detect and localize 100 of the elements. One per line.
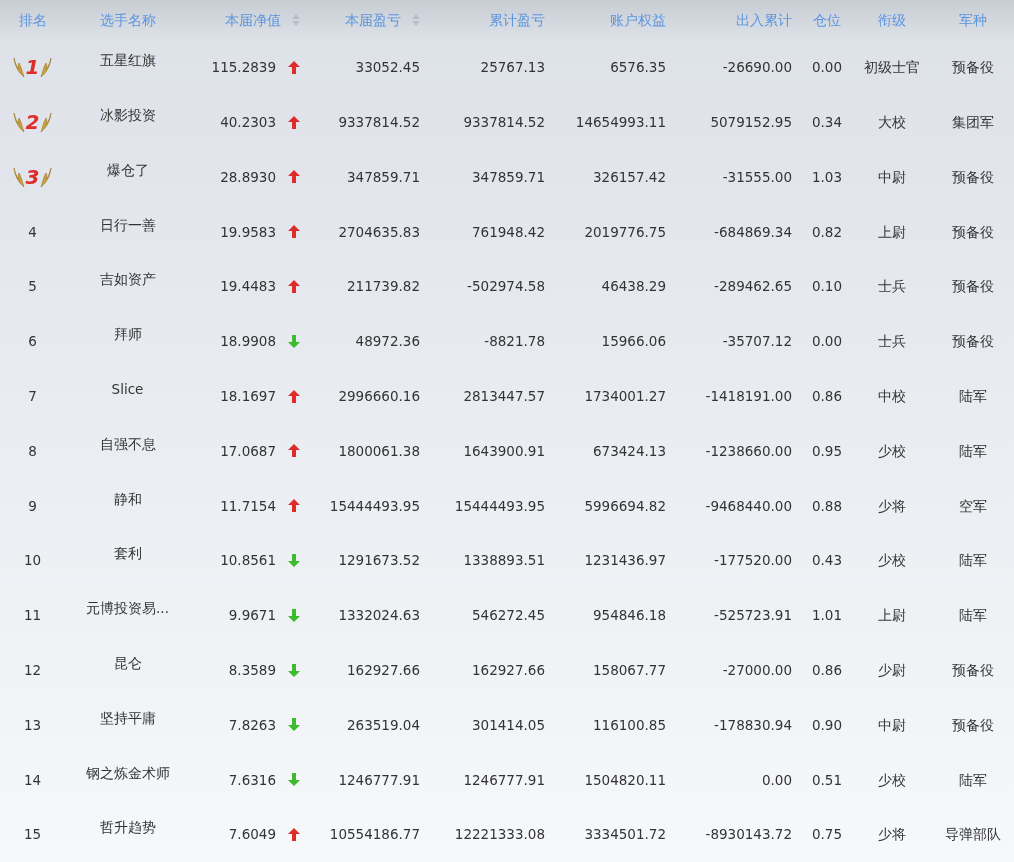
- branch-cell-text: 预备役: [952, 167, 994, 187]
- wing-icon: [40, 166, 53, 188]
- branch-cell-text: 预备役: [952, 277, 994, 297]
- grade-cell-text: 士兵: [878, 277, 906, 297]
- player-name[interactable]: 冰影投资: [99, 105, 156, 126]
- branch-cell-text: 导弹部队: [945, 825, 1001, 845]
- sort-icon[interactable]: [292, 14, 300, 26]
- position-cell-text: 0.34: [811, 113, 843, 133]
- position-cell-text: 0.00: [811, 332, 843, 352]
- rank-medal: 3: [12, 162, 53, 192]
- position-cell-text: 0.00: [811, 58, 843, 78]
- flow-cell-text: -178830.94: [714, 715, 792, 735]
- total-profit-cell-text: 25767.13: [480, 58, 545, 78]
- total-profit-cell-text: -8821.78: [484, 332, 545, 352]
- player-name[interactable]: 五星红旗: [99, 50, 156, 71]
- column-header: 军种: [959, 10, 987, 30]
- flow-cell-text: -1238660.00: [705, 441, 792, 461]
- flow-cell-text: -1418191.00: [705, 387, 792, 407]
- total-profit-cell-text: -502974.58: [467, 277, 545, 297]
- branch-cell-text: 陆军: [959, 606, 987, 626]
- equity-cell-text: 1734001.27: [584, 387, 666, 407]
- position-cell-text: 0.10: [811, 277, 843, 297]
- net-value-cell-text: 19.9583: [220, 222, 276, 242]
- profit-cell-text: 15444493.95: [329, 496, 420, 516]
- flow-cell-text: 5079152.95: [710, 113, 792, 133]
- player-name[interactable]: 哲升趋势: [99, 817, 156, 838]
- net-value-cell-text: 9.9671: [228, 606, 276, 626]
- rank-cell-text: 4: [28, 222, 37, 242]
- rank-cell-text: 9: [28, 496, 37, 516]
- wing-icon: [12, 111, 25, 134]
- net-value-cell-text: 40.2303: [220, 113, 276, 133]
- grade-cell-text: 少将: [878, 496, 906, 516]
- position-cell-text: 0.95: [811, 441, 843, 461]
- grade-cell-text: 少尉: [878, 661, 906, 681]
- equity-cell-text: 5996694.82: [584, 496, 666, 516]
- net-value-cell-text: 7.6316: [228, 770, 276, 790]
- player-name[interactable]: 坚持平庸: [99, 707, 156, 729]
- branch-cell-text: 陆军: [959, 441, 987, 461]
- column-header: 衔级: [878, 10, 906, 30]
- profit-cell-text: 2996660.16: [338, 387, 420, 407]
- player-name[interactable]: 爆仓了: [106, 159, 149, 181]
- wing-icon: [12, 56, 25, 79]
- player-name[interactable]: 自强不息: [99, 433, 156, 455]
- position-cell-text: 0.86: [811, 387, 843, 407]
- profit-cell-text: 48972.36: [355, 332, 420, 352]
- player-name[interactable]: 吉如资产: [99, 269, 156, 290]
- total-profit-cell-text: 1338893.51: [463, 551, 545, 571]
- net-value-cell-text: 10.8561: [220, 551, 276, 571]
- equity-cell-text: 2019776.75: [584, 222, 666, 242]
- equity-cell-text: 14654993.11: [575, 113, 666, 133]
- player-name[interactable]: 日行一善: [99, 214, 156, 235]
- column-header: 账户权益: [610, 10, 666, 30]
- grade-cell-text: 少校: [878, 770, 906, 790]
- branch-cell-text: 预备役: [952, 715, 994, 735]
- rank-cell-text: 15: [23, 825, 42, 845]
- profit-cell-text: 263519.04: [347, 715, 420, 735]
- equity-cell-text: 954846.18: [593, 606, 666, 626]
- player-name[interactable]: 钢之炼金术师: [85, 762, 170, 783]
- position-cell-text: 1.01: [811, 606, 843, 626]
- player-name[interactable]: 昆仑: [113, 653, 142, 674]
- equity-cell-text: 673424.13: [593, 441, 666, 461]
- branch-cell-text: 陆军: [959, 551, 987, 571]
- position-cell-text: 0.88: [811, 496, 843, 516]
- player-name[interactable]: 拜师: [113, 324, 142, 345]
- profit-cell-text: 1800061.38: [338, 441, 420, 461]
- column-header: 仓位: [813, 10, 841, 30]
- equity-cell-text: 1504820.11: [584, 770, 666, 790]
- player-name[interactable]: Slice: [111, 379, 144, 400]
- net-value-cell-text: 115.2839: [211, 58, 276, 78]
- player-name[interactable]: 静和: [113, 488, 142, 509]
- net-value-cell-text: 28.8930: [220, 167, 276, 187]
- total-profit-cell-text: 546272.45: [472, 606, 545, 626]
- rank-cell-text: 14: [23, 770, 42, 790]
- position-cell-text: 0.86: [811, 661, 843, 681]
- branch-cell-text: 空军: [959, 496, 987, 516]
- wing-icon: [40, 56, 53, 79]
- equity-cell-text: 326157.42: [593, 167, 666, 187]
- rank-cell-text: 8: [28, 441, 37, 461]
- total-profit-cell-text: 162927.66: [472, 661, 545, 681]
- equity-cell-text: 3334501.72: [584, 825, 666, 845]
- grade-cell-text: 上尉: [878, 606, 906, 626]
- branch-cell-text: 集团军: [952, 113, 994, 133]
- column-header: 出入累计: [736, 10, 792, 30]
- rank-cell-text: 10: [23, 551, 42, 571]
- grade-cell-text: 少将: [878, 825, 906, 845]
- sort-icon[interactable]: [412, 14, 420, 26]
- grade-cell-text: 初级士官: [864, 58, 920, 78]
- profit-cell-text: 1246777.91: [338, 770, 420, 790]
- flow-cell-text: -9468440.00: [705, 496, 792, 516]
- equity-cell-text: 158067.77: [593, 661, 666, 681]
- rank-medal: 1: [12, 52, 53, 83]
- flow-cell-text: -31555.00: [722, 167, 792, 187]
- grade-cell-text: 中尉: [878, 715, 906, 735]
- profit-cell-text: 33052.45: [355, 58, 420, 78]
- profit-cell-text: 162927.66: [347, 661, 420, 681]
- column-header: 排名: [18, 10, 47, 30]
- total-profit-cell-text: 12221333.08: [454, 825, 545, 845]
- player-name[interactable]: 元博投资易...: [86, 598, 169, 619]
- total-profit-cell-text: 301414.05: [472, 715, 545, 735]
- player-name[interactable]: 套利: [113, 543, 142, 564]
